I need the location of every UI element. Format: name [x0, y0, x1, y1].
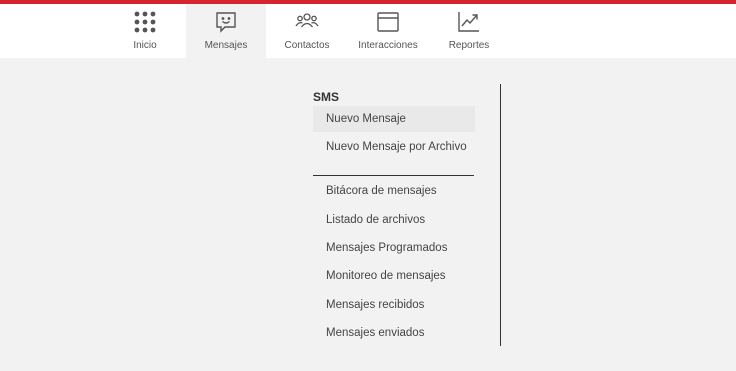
- menu-vertical-divider: [500, 84, 501, 346]
- nav-label: Reportes: [448, 40, 490, 51]
- menu-item-bitacora[interactable]: Bitácora de mensajes: [313, 178, 475, 204]
- menu-item-enviados[interactable]: Mensajes enviados: [313, 320, 475, 346]
- window-icon: [377, 12, 399, 32]
- nav-item-interacciones[interactable]: Interacciones: [353, 4, 423, 58]
- top-navbar: Inicio Mensajes Contactos Interacciones: [0, 4, 736, 58]
- nav-item-contactos[interactable]: Contactos: [277, 4, 337, 58]
- menu-item-listado-archivos[interactable]: Listado de archivos: [313, 207, 475, 233]
- menu-item-monitoreo[interactable]: Monitoreo de mensajes: [313, 263, 475, 289]
- nav-label: Inicio: [133, 40, 157, 51]
- nav-label: Interacciones: [358, 40, 418, 51]
- menu-item-nuevo-mensaje[interactable]: Nuevo Mensaje: [313, 106, 475, 132]
- chart-icon: [458, 12, 479, 32]
- menu-item-nuevo-mensaje-archivo[interactable]: Nuevo Mensaje por Archivo: [313, 134, 475, 160]
- nav-label: Contactos: [284, 40, 330, 51]
- nav-item-reportes[interactable]: Reportes: [442, 4, 496, 58]
- grid-icon: [134, 11, 156, 33]
- message-icon: [216, 12, 236, 33]
- menu-item-programados[interactable]: Mensajes Programados: [313, 235, 475, 261]
- menu-separator: [313, 175, 474, 176]
- nav-item-inicio[interactable]: Inicio: [120, 4, 170, 58]
- menu-section-title: SMS: [313, 90, 340, 104]
- contacts-icon: [295, 13, 319, 28]
- nav-item-mensajes[interactable]: Mensajes: [186, 4, 266, 58]
- menu-item-recibidos[interactable]: Mensajes recibidos: [313, 292, 475, 318]
- nav-label: Mensajes: [204, 40, 248, 51]
